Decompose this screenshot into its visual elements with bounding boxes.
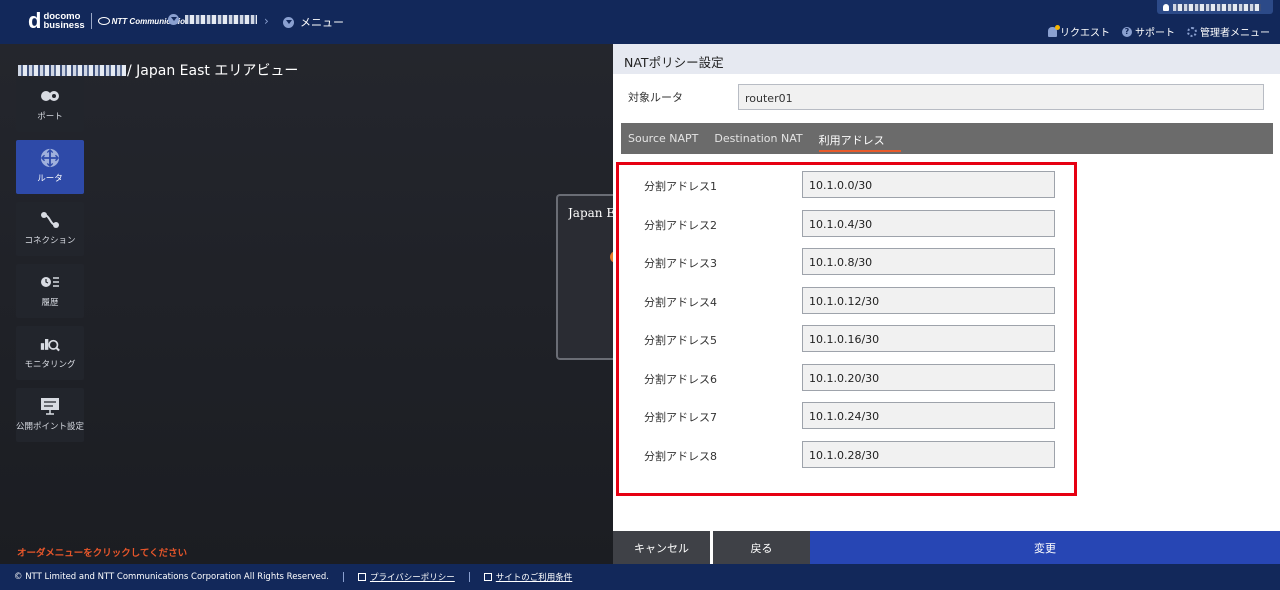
tab-source-napt[interactable]: Source NAPT <box>628 123 714 154</box>
split-address-label: 分割アドレス4 <box>644 296 717 309</box>
admin-menu-link[interactable]: 管理者メニュー <box>1187 24 1270 39</box>
sidebar-item-history[interactable]: 履歴 <box>16 264 84 318</box>
user-name-redacted <box>1173 3 1261 11</box>
split-address-field[interactable]: 10.1.0.4/30 <box>802 210 1055 237</box>
history-icon <box>40 274 60 290</box>
tab-destination-nat[interactable]: Destination NAT <box>714 123 818 154</box>
split-address-label: 分割アドレス1 <box>644 180 717 193</box>
split-address-field[interactable]: 10.1.0.20/30 <box>802 364 1055 391</box>
nat-policy-panel: NATポリシー設定 対象ルータ router01 Source NAPT Des… <box>613 44 1280 564</box>
split-address-label: 分割アドレス8 <box>644 450 717 463</box>
monitoring-icon <box>40 336 60 352</box>
back-button[interactable]: 戻る <box>713 531 810 564</box>
top-header: d docomo business NTT Communications › メ… <box>0 0 1280 44</box>
split-address-field[interactable]: 10.1.0.12/30 <box>802 287 1055 314</box>
support-link[interactable]: ? サポート <box>1122 24 1175 39</box>
area-map-card[interactable]: Japan East <box>556 194 616 360</box>
request-link[interactable]: リクエスト <box>1048 24 1110 39</box>
gear-icon <box>1187 26 1197 37</box>
area-view-title: / Japan East エリアビュー <box>18 60 298 80</box>
help-icon: ? <box>1122 26 1132 37</box>
breadcrumb-menu[interactable]: メニュー <box>283 14 344 30</box>
copyright-text: © NTT Limited and NTT Communications Cor… <box>14 572 329 582</box>
sidebar-item-connection[interactable]: コネクション <box>16 202 84 256</box>
sidebar-item-public-point[interactable]: 公開ポイント設定 <box>16 388 84 442</box>
connection-icon <box>40 212 60 228</box>
split-address-label: 分割アドレス6 <box>644 373 717 386</box>
chevron-circle-icon <box>283 16 294 28</box>
split-address-label: 分割アドレス7 <box>644 411 717 424</box>
port-icon <box>40 88 60 104</box>
document-icon <box>483 573 492 581</box>
document-icon <box>357 573 366 581</box>
tenant-name-redacted <box>185 15 257 24</box>
ntt-logo-mark-icon <box>97 17 110 25</box>
panel-actions: キャンセル 戻る 変更 <box>613 531 1280 564</box>
sidebar-item-port[interactable]: ポート <box>16 78 84 132</box>
sidebar-item-router[interactable]: ルータ <box>16 140 84 194</box>
split-address-field[interactable]: 10.1.0.24/30 <box>802 402 1055 429</box>
order-menu-hint: オーダメニューをクリックしてください <box>17 548 188 559</box>
area-map-card-label: Japan East <box>568 206 616 220</box>
chevron-right-icon: › <box>264 14 269 28</box>
side-navigation: ポート ルータ コネクション 履歴 モニタリング 公開ポイント設定 <box>16 78 84 450</box>
target-router-row: 対象ルータ router01 <box>628 84 1264 110</box>
split-address-field[interactable]: 10.1.0.16/30 <box>802 325 1055 352</box>
public-point-icon <box>40 398 60 415</box>
change-button[interactable]: 変更 <box>810 531 1280 564</box>
panel-title: NATポリシー設定 <box>613 44 1280 74</box>
router-icon <box>40 148 60 168</box>
breadcrumb-menu-label: メニュー <box>300 16 344 29</box>
privacy-policy-link[interactable]: プライバシーポリシー <box>357 571 455 583</box>
bell-icon <box>1048 24 1060 37</box>
user-account-button[interactable] <box>1157 0 1273 14</box>
sidebar-item-monitoring[interactable]: モニタリング <box>16 326 84 380</box>
split-address-field[interactable]: 10.1.0.8/30 <box>802 248 1055 275</box>
area-name-redacted <box>18 64 126 76</box>
area-view-background <box>0 44 613 564</box>
split-address-label: 分割アドレス5 <box>644 334 717 347</box>
split-address-field[interactable]: 10.1.0.0/30 <box>802 171 1055 198</box>
split-address-label: 分割アドレス2 <box>644 219 717 232</box>
breadcrumb-tenant[interactable] <box>168 14 257 25</box>
tab-used-addresses[interactable]: 利用アドレス <box>818 123 901 152</box>
page-footer: © NTT Limited and NTT Communications Cor… <box>0 564 1280 590</box>
split-address-label: 分割アドレス3 <box>644 257 717 270</box>
header-links: リクエスト ? サポート 管理者メニュー <box>1048 24 1270 39</box>
logo-sub-text: business <box>43 20 85 31</box>
terms-of-use-link[interactable]: サイトのご利用条件 <box>483 571 572 583</box>
target-router-label: 対象ルータ <box>628 91 683 104</box>
split-address-field[interactable]: 10.1.0.28/30 <box>802 441 1055 468</box>
target-router-field[interactable]: router01 <box>738 84 1264 110</box>
nat-tabs: Source NAPT Destination NAT 利用アドレス <box>621 123 1273 154</box>
split-address-list: 分割アドレス1 10.1.0.0/30 分割アドレス2 10.1.0.4/30 … <box>616 162 1077 496</box>
cancel-button[interactable]: キャンセル <box>613 531 710 564</box>
chevron-circle-icon <box>168 14 179 25</box>
user-icon <box>1163 3 1169 11</box>
